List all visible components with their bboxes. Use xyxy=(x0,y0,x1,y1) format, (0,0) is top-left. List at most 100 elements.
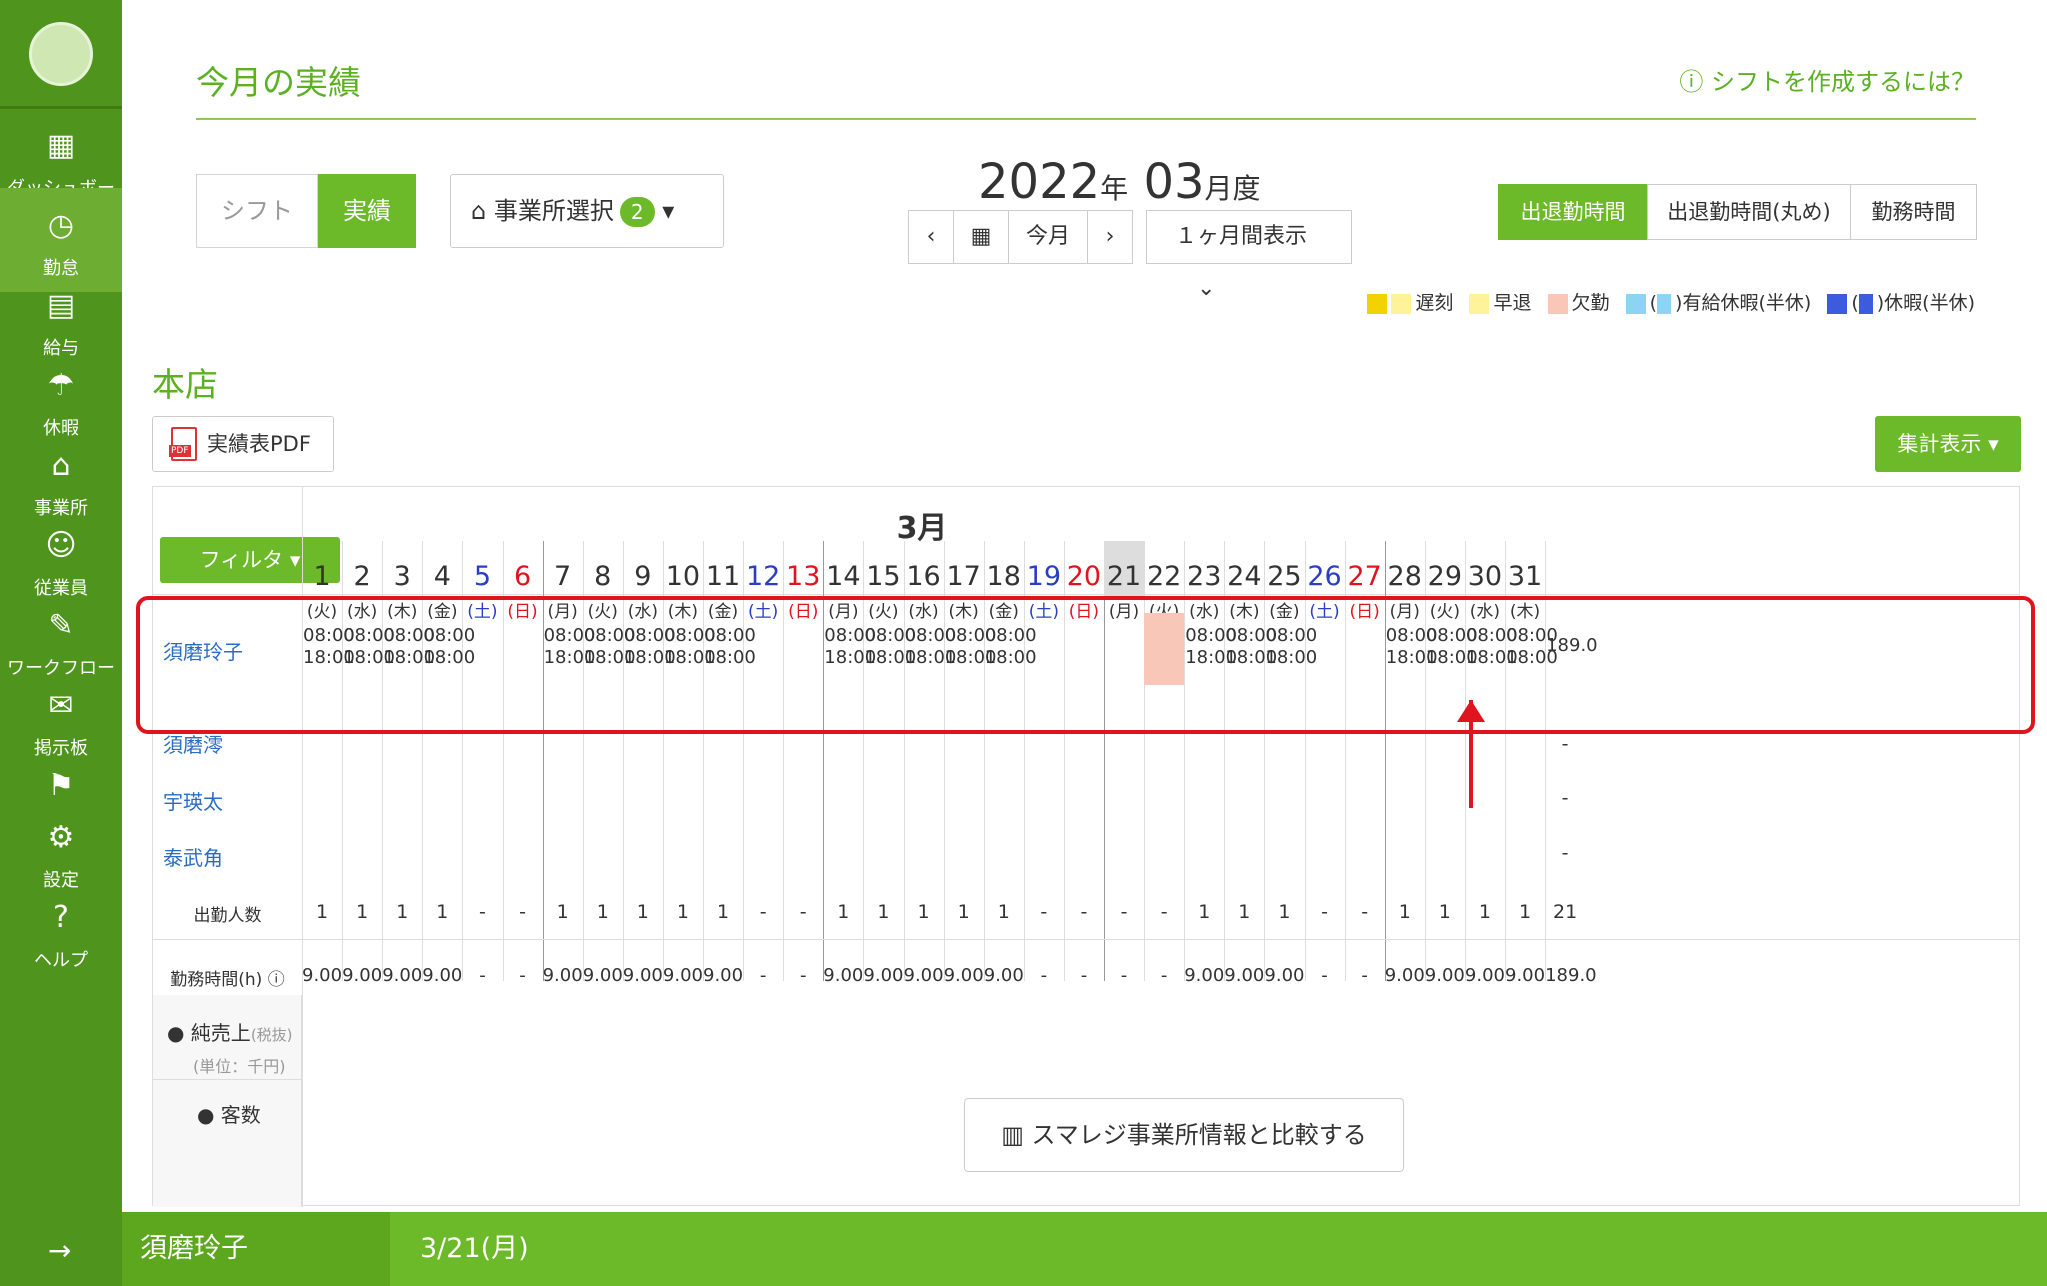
period-title: 2022年 03月度 xyxy=(978,154,1261,210)
attend-count: 1 xyxy=(596,901,609,923)
mode-clock[interactable]: 出退勤時間 xyxy=(1498,184,1648,240)
employee-name[interactable]: 泰武角 xyxy=(163,842,223,871)
day-number: 29 xyxy=(1427,561,1463,592)
day-hours: 9.00 xyxy=(422,965,463,986)
day-number: 24 xyxy=(1227,561,1262,592)
attend-total: 21 xyxy=(1553,901,1578,923)
day-hours: - xyxy=(519,965,526,986)
day-hours: 9.00 xyxy=(1184,965,1225,986)
attend-count: - xyxy=(759,901,767,923)
compare-button[interactable]: ▥ スマレジ事業所情報と比較する xyxy=(964,1098,1404,1172)
day-number: 11 xyxy=(705,561,741,592)
sidebar-icon-2: ▤ xyxy=(46,288,76,323)
attend-count: - xyxy=(1160,901,1168,923)
hours-total: 189.0 xyxy=(1545,965,1597,986)
highlight-box xyxy=(136,596,2035,734)
day-hours: - xyxy=(1160,965,1168,986)
employee-total-dash: - xyxy=(1561,842,1569,864)
prev-month-button[interactable]: ‹ xyxy=(908,210,954,264)
day-hours: - xyxy=(759,965,767,986)
attend-count: 1 xyxy=(1438,901,1451,923)
attend-count: - xyxy=(1321,901,1328,923)
day-hours: 9.00 xyxy=(983,965,1024,986)
day-number: 13 xyxy=(786,561,821,592)
attend-count: 1 xyxy=(1398,901,1411,923)
day-hours: - xyxy=(479,965,486,986)
attend-count: 1 xyxy=(837,901,850,923)
day-hours: 9.00 xyxy=(823,965,864,986)
attend-count: 1 xyxy=(1478,901,1491,923)
shop-select-button[interactable]: ⌂ 事業所選択 2 ▾ xyxy=(450,174,724,248)
mode-clock-rounded[interactable]: 出退勤時間(丸め) xyxy=(1647,184,1851,240)
today-button[interactable]: 今月 xyxy=(1008,210,1088,264)
legend: 遅刻 早退 欠勤 ()有給休暇(半休) ()休暇(半休) xyxy=(1357,288,1975,315)
attend-count: 1 xyxy=(717,901,730,923)
attend-count: - xyxy=(799,901,807,923)
attend-count: - xyxy=(1040,901,1048,923)
attend-count: 1 xyxy=(1238,901,1251,923)
calendar-icon[interactable]: ▦ xyxy=(953,210,1009,264)
day-number: 6 xyxy=(513,561,532,592)
tab-shift[interactable]: シフト xyxy=(196,174,318,248)
day-number: 25 xyxy=(1267,561,1302,592)
summary-button[interactable]: 集計表示 ▾ xyxy=(1875,416,2021,472)
attend-count: 1 xyxy=(676,901,689,923)
day-number: 12 xyxy=(745,561,781,592)
day-hours: 9.00 xyxy=(622,965,663,986)
sidebar-item-10[interactable]: ? ヘルプ xyxy=(0,880,122,984)
day-number: 16 xyxy=(906,561,941,592)
user-avatar[interactable] xyxy=(29,22,93,86)
day-number: 5 xyxy=(473,561,492,592)
sidebar-item-label: ヘルプ xyxy=(34,950,88,971)
attend-count: 1 xyxy=(1198,901,1211,923)
attend-count: 1 xyxy=(1278,901,1291,923)
day-hours: - xyxy=(1080,965,1088,986)
sidebar-icon-10: ? xyxy=(53,900,69,935)
sidebar-icon-0: ▦ xyxy=(46,128,76,163)
day-hours: 9.00 xyxy=(1384,965,1425,986)
employee-total-dash: - xyxy=(1561,733,1569,755)
day-number: 1 xyxy=(313,561,331,592)
attend-count: 1 xyxy=(436,901,449,923)
attend-count: - xyxy=(1080,901,1088,923)
attend-count: - xyxy=(519,901,526,923)
day-hours: 9.00 xyxy=(382,965,423,986)
attend-count: 1 xyxy=(356,901,369,923)
attend-label: 出勤人数 xyxy=(193,906,262,926)
day-number: 30 xyxy=(1467,561,1503,592)
day-hours: - xyxy=(1321,965,1328,986)
sidebar-icon-3: ☂ xyxy=(47,368,75,403)
attend-count: 1 xyxy=(316,901,329,923)
range-select[interactable]: １ヶ月間表示 ⌄ xyxy=(1146,210,1352,301)
pdf-button[interactable]: 実績表PDF xyxy=(152,416,334,472)
store-name: 本店 xyxy=(152,365,218,404)
sidebar-icon-4: ⌂ xyxy=(51,448,71,483)
mode-work-time[interactable]: 勤務時間 xyxy=(1850,184,1977,240)
sidebar: ▦ダッシュボード◷勤怠▤給与☂休暇⌂事業所☺従業員✎ワークフロー✉掲示板⚑⚙設定… xyxy=(0,0,122,1286)
attend-count: - xyxy=(1361,901,1369,923)
day-number: 31 xyxy=(1507,561,1543,592)
day-number: 15 xyxy=(866,561,901,592)
day-hours: 9.00 xyxy=(703,965,744,986)
day-number: 21 xyxy=(1106,561,1142,592)
day-number: 9 xyxy=(634,561,652,592)
sales-sep xyxy=(153,1079,302,1080)
employee-name[interactable]: 宇瑛太 xyxy=(163,786,223,815)
day-hours: 9.00 xyxy=(1264,965,1305,986)
employee-total-dash: - xyxy=(1561,787,1569,809)
next-month-button[interactable]: › xyxy=(1087,210,1133,264)
day-number: 7 xyxy=(554,561,572,592)
day-hours: 9.00 xyxy=(342,965,383,986)
day-number: 17 xyxy=(946,561,981,592)
day-number: 28 xyxy=(1387,561,1422,592)
collapse-arrow-icon[interactable]: → xyxy=(48,1234,71,1267)
attend-count: 1 xyxy=(877,901,890,923)
attend-count: - xyxy=(479,901,486,923)
day-hours: 9.00 xyxy=(943,965,984,986)
help-link[interactable]: ⓘ シフトを作成するには？ xyxy=(1679,62,1975,97)
sidebar-icon-7: ✉ xyxy=(48,688,74,723)
tab-actual[interactable]: 実績 xyxy=(318,174,416,248)
day-hours: 9.00 xyxy=(302,965,343,986)
day-hours: 9.00 xyxy=(1464,965,1505,986)
day-number: 19 xyxy=(1026,561,1062,592)
